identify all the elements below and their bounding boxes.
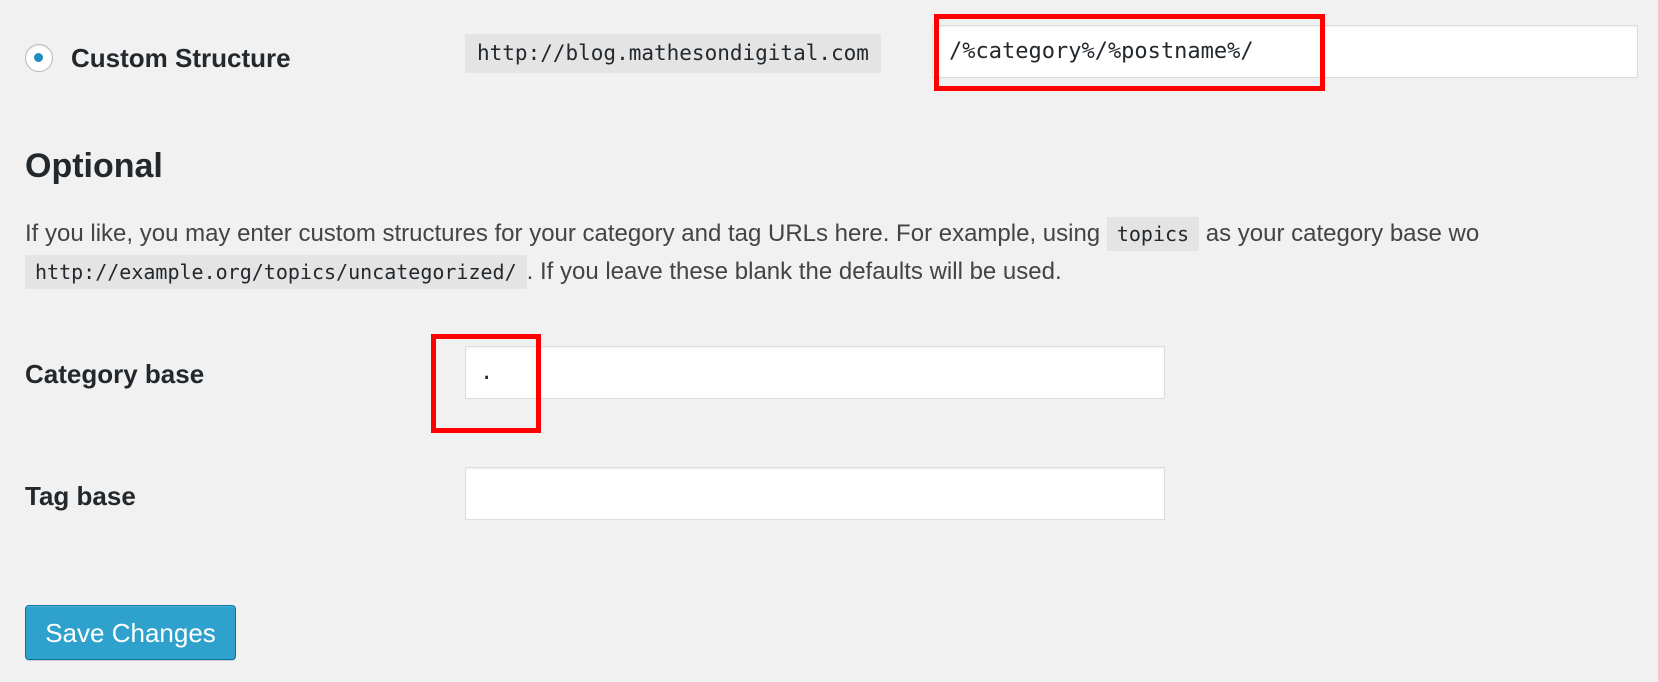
save-changes-button[interactable]: Save Changes [25, 605, 236, 660]
radio-selected-dot [34, 53, 43, 62]
description-text: . If you leave these blank the defaults … [526, 258, 1062, 285]
description-text: as your category base wo [1199, 220, 1480, 247]
tag-base-input[interactable] [465, 467, 1165, 520]
example-code-url: http://example.org/topics/uncategorized/ [25, 255, 527, 289]
optional-description-line-1: If you like, you may enter custom struct… [25, 217, 1479, 251]
optional-heading: Optional [25, 147, 163, 185]
custom-structure-label: Custom Structure [71, 43, 291, 73]
category-base-label: Category base [25, 359, 205, 389]
category-base-input[interactable] [465, 346, 1165, 399]
custom-structure-radio[interactable] [25, 44, 53, 72]
example-code-topics: topics [1106, 217, 1200, 251]
url-prefix: http://blog.mathesondigital.com [465, 34, 881, 73]
optional-description-line-2: http://example.org/topics/uncategorized/… [25, 255, 1062, 289]
description-text: If you like, you may enter custom struct… [25, 220, 1107, 247]
tag-base-label: Tag base [25, 481, 136, 511]
custom-structure-input[interactable] [932, 25, 1638, 78]
